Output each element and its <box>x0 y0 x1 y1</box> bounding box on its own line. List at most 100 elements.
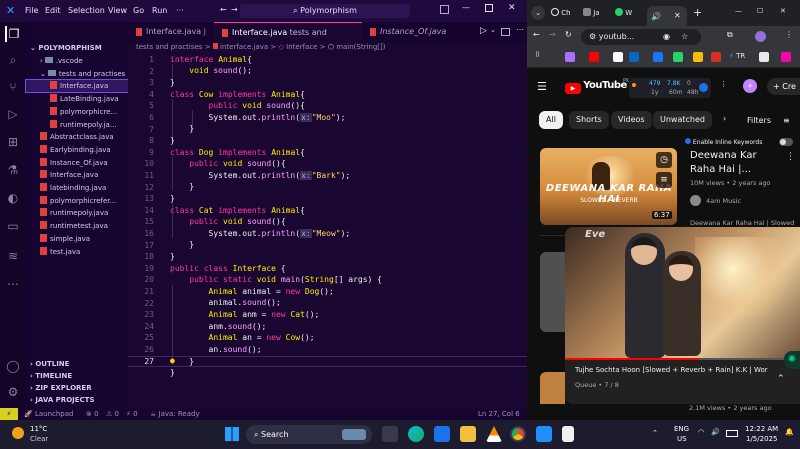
breadcrumb-file[interactable]: interface.java <box>220 43 268 51</box>
video-thumbnail-1[interactable]: DEEWANA KAR RAHA HAI SLOWED • REVERB ◷ ≡… <box>540 148 677 225</box>
remote-icon[interactable]: ⚡ <box>0 408 18 420</box>
watch-later-icon[interactable]: ◷ <box>656 152 672 168</box>
more-views-icon[interactable]: ⋯ <box>5 276 21 292</box>
search-activity-icon[interactable]: ⌕ <box>5 52 21 68</box>
split-editor-icon[interactable] <box>501 28 510 36</box>
nav-back-icon[interactable]: ← <box>220 5 227 14</box>
extensions-icon[interactable]: ⊞ <box>5 134 21 150</box>
maximize-icon[interactable] <box>485 4 493 12</box>
chevron-down-icon[interactable]: ⌄ <box>490 26 496 34</box>
window-minimize[interactable]: — <box>735 7 742 15</box>
menu-more[interactable]: ··· <box>176 6 184 15</box>
new-tab-button[interactable]: + <box>693 6 702 19</box>
command-center-search[interactable]: ⌕ Polymorphism <box>240 4 410 18</box>
vscode-taskbar-icon[interactable] <box>536 426 552 442</box>
bookmark-tr[interactable]: ⚡ TR <box>729 52 745 60</box>
chrome-tab-3[interactable]: W <box>615 5 643 21</box>
explorer-file[interactable]: runtimetest.java <box>26 220 128 232</box>
channel-stats-widget[interactable]: 479 1y 7.8K 60m 0 48h <box>629 78 711 98</box>
panel-zip-explorer[interactable]: › ZIP EXPLORER <box>26 382 128 394</box>
add-queue-icon[interactable]: ≡ <box>656 172 672 188</box>
wifi-icon[interactable]: ◠ <box>698 428 704 436</box>
explorer-file[interactable]: Earlybinding.java <box>26 144 128 156</box>
minimize-icon[interactable]: — <box>462 3 470 12</box>
explorer-file[interactable]: LateBinding.java <box>26 93 128 105</box>
bookmark-vp-icon[interactable] <box>613 52 623 62</box>
start-windows-icon[interactable] <box>225 427 239 441</box>
panel-outline[interactable]: › OUTLINE <box>26 358 128 370</box>
channel-avatar[interactable] <box>690 195 701 206</box>
explorer-file[interactable]: latebinding.java <box>26 182 128 194</box>
edge-devtools-icon[interactable]: ◐ <box>5 190 21 206</box>
filters-button[interactable]: Filters <box>747 116 771 125</box>
create-button[interactable]: + Cre <box>767 78 800 95</box>
chrome-menu-icon[interactable]: ⋮ <box>785 30 793 39</box>
site-info-icon[interactable]: ⚙ <box>589 32 599 41</box>
notepad-icon[interactable] <box>562 426 574 442</box>
testing-icon[interactable]: ⚗ <box>5 162 21 178</box>
bookmark-facebook-icon[interactable] <box>653 52 663 62</box>
apps-grid-icon[interactable]: ⠿ <box>535 51 540 59</box>
layout-icon[interactable] <box>440 5 449 14</box>
channel-name[interactable]: 4am Music <box>706 197 741 205</box>
menu-edit[interactable]: Edit <box>45 6 61 15</box>
tab-interface-java-1[interactable]: Interface.java J <box>128 22 214 42</box>
explorer-file[interactable]: Interface.java <box>25 79 129 94</box>
bookmark-other-icon[interactable] <box>781 52 791 62</box>
youtube-miniplayer[interactable]: Eve Tujhe Sochta Hoon [Slowed + Reverb +… <box>565 227 800 404</box>
breadcrumb-folder[interactable]: tests and practises <box>136 43 202 51</box>
clock-time[interactable]: 12:22 AM <box>745 425 778 433</box>
tab-search-icon[interactable]: ⌄ <box>531 6 545 20</box>
clock-date[interactable]: 1/5/2025 <box>746 435 777 443</box>
chrome-taskbar-icon[interactable] <box>510 426 526 442</box>
chip-all[interactable]: All <box>539 111 563 129</box>
video-thumbnail-2-partial[interactable] <box>540 252 565 332</box>
explorer-file[interactable]: runtimepoly.ja... <box>26 119 128 131</box>
extensions-puzzle-icon[interactable]: ⧉ <box>727 30 733 40</box>
cursor-position[interactable]: Ln 27, Col 6 <box>478 410 520 418</box>
window-maximize[interactable]: ☐ <box>757 7 763 15</box>
vlc-icon[interactable] <box>486 426 502 442</box>
chip-shorts[interactable]: Shorts <box>569 111 609 129</box>
video-title-line1[interactable]: Deewana Kar <box>690 150 757 161</box>
miniplayer-queue[interactable]: Queue • 7 / 8 <box>575 381 619 389</box>
run-debug-icon[interactable]: ▷ <box>5 106 21 122</box>
explorer-file[interactable]: Instance_Of.java <box>26 157 128 169</box>
tray-overflow-icon[interactable]: ⌃ <box>652 429 658 437</box>
video-thumbnail-3-partial[interactable] <box>540 372 565 404</box>
bookmark-whatsapp-icon[interactable] <box>673 52 683 62</box>
breadcrumb-symbol-main[interactable]: main(String[]) <box>336 43 385 51</box>
chip-videos[interactable]: Videos <box>611 111 652 129</box>
menu-go[interactable]: Go <box>133 6 144 15</box>
tab-close-icon[interactable]: ✕ <box>674 8 681 24</box>
panel-timeline[interactable]: › TIMELINE <box>26 370 128 382</box>
explorer-file[interactable]: polymorphicre... <box>26 106 128 118</box>
explorer-folder[interactable]: ⌄ tests and practises <box>26 68 128 80</box>
explorer-folder[interactable]: › .vscode <box>26 55 128 67</box>
source-control-icon[interactable]: ⑂ <box>5 79 21 95</box>
chips-next-icon[interactable]: › <box>723 114 726 123</box>
explorer-file[interactable]: Abstractclass.java <box>26 131 128 143</box>
explorer-file[interactable]: polymorphicrefer... <box>26 195 128 207</box>
remote-explorer-icon[interactable]: ▭ <box>5 218 21 234</box>
notification-bell-icon[interactable]: 🔔 <box>785 428 794 436</box>
menu-file[interactable]: File <box>25 6 38 15</box>
forward-icon[interactable]: → <box>549 30 556 39</box>
problems-errors[interactable]: ⊗ 0 <box>86 410 99 418</box>
chatgpt-floating-icon[interactable]: ✺ <box>784 351 800 369</box>
nav-forward-icon[interactable]: → <box>231 5 238 14</box>
account-icon[interactable]: ◯ <box>5 358 21 374</box>
explorer-file[interactable]: test.java <box>26 246 128 258</box>
profile-icon[interactable] <box>755 31 766 42</box>
docker-icon[interactable]: ≋ <box>5 248 21 264</box>
reload-icon[interactable]: ↻ <box>565 30 572 39</box>
store-icon[interactable] <box>434 426 450 442</box>
window-close[interactable]: ✕ <box>780 7 786 15</box>
expand-queue-icon[interactable]: ⌃ <box>777 374 785 384</box>
menu-selection[interactable]: Selection <box>68 6 105 15</box>
tab-instance-of[interactable]: Instance_Of.java <box>362 22 452 42</box>
edge-icon[interactable] <box>408 426 424 442</box>
file-explorer-icon[interactable] <box>460 426 476 442</box>
miniplayer-artwork[interactable]: Eve <box>565 227 800 360</box>
bookmark-1-icon[interactable] <box>565 52 575 62</box>
